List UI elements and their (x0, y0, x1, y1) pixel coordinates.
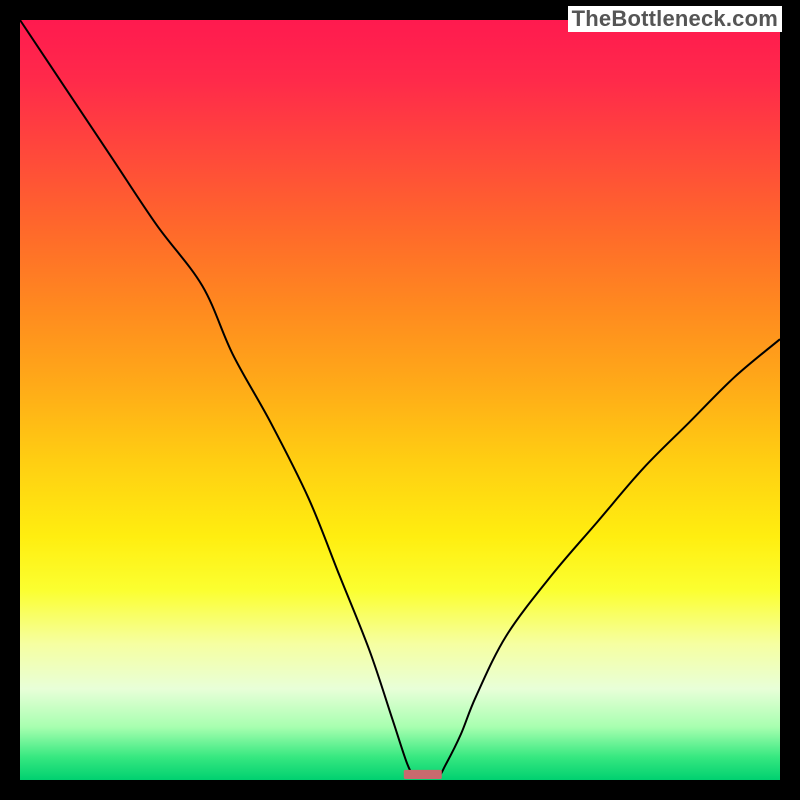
bottleneck-curve (20, 20, 780, 777)
chart-frame: TheBottleneck.com (0, 0, 800, 800)
watermark-text: TheBottleneck.com (568, 6, 782, 32)
chart-overlay (20, 20, 780, 780)
optimal-marker (404, 770, 442, 779)
